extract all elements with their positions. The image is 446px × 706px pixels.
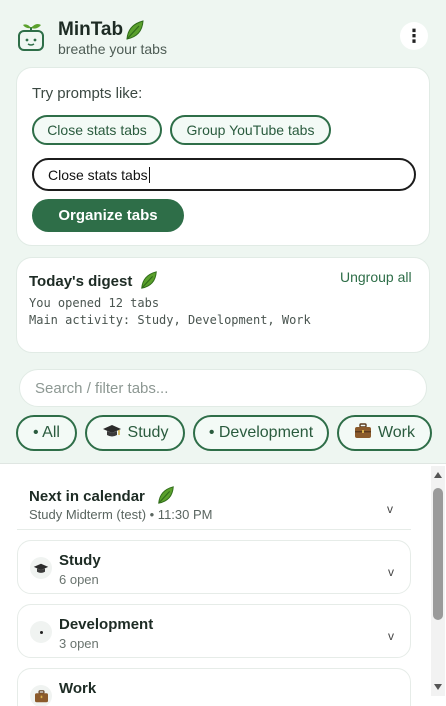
filter-label: Study [127, 424, 169, 441]
dot-icon [30, 621, 52, 643]
filter-study[interactable]: Study [85, 415, 185, 451]
text-caret [148, 166, 150, 183]
kebab-icon: ⋮ [405, 25, 423, 46]
scrollbar-thumb[interactable] [433, 488, 443, 620]
filter-all[interactable]: • All [16, 415, 77, 451]
organize-tabs-button[interactable]: Organize tabs [32, 199, 184, 232]
group-name: Study [59, 552, 101, 569]
filter-label: • Development [208, 424, 314, 441]
digest-title: Today's digest [29, 273, 133, 290]
calendar-card[interactable]: Next in calendar Study Midterm (test) • … [17, 472, 411, 530]
group-card-work[interactable]: Work [17, 668, 411, 706]
filter-development[interactable]: • Development [193, 415, 329, 451]
search-input[interactable]: Search / filter tabs... [19, 369, 427, 407]
calendar-event: Study Midterm (test) • 11:30 PM [29, 507, 213, 522]
group-count: 3 open [59, 636, 99, 651]
ungroup-all-link[interactable]: Ungroup all [340, 269, 412, 285]
app-title: MinTab [58, 19, 124, 40]
graduation-cap-icon [30, 557, 52, 579]
prompt-card: Try prompts like: Close stats tabs Group… [16, 67, 430, 246]
group-count: 6 open [59, 572, 99, 587]
leaf-icon [156, 485, 176, 505]
suggestion-chip-close-stats[interactable]: Close stats tabs [32, 115, 162, 145]
scrollbar[interactable] [431, 466, 445, 696]
briefcase-icon [354, 422, 372, 444]
briefcase-icon [30, 685, 52, 706]
chevron-down-icon[interactable]: v [387, 502, 393, 516]
try-prompts-label: Try prompts like: [32, 85, 143, 102]
chevron-down-icon[interactable]: v [388, 629, 394, 643]
seedling-face-icon [17, 22, 47, 52]
header: MinTab breathe your tabs ⋮ [0, 0, 446, 64]
suggestion-label: Group YouTube tabs [186, 122, 315, 138]
filter-work[interactable]: Work [337, 415, 432, 451]
search-placeholder: Search / filter tabs... [35, 379, 169, 397]
group-name: Work [59, 680, 97, 697]
graduation-cap-icon [102, 423, 122, 444]
digest-card: Today's digest Ungroup all You opened 12… [16, 257, 430, 353]
leaf-icon [139, 270, 159, 290]
more-menu-button[interactable]: ⋮ [400, 22, 428, 50]
filter-label: Work [377, 424, 416, 441]
suggestion-label: Close stats tabs [47, 122, 147, 138]
digest-tab-count: You opened 12 tabs [29, 296, 160, 310]
groups-list[interactable]: Next in calendar Study Midterm (test) • … [0, 464, 430, 706]
group-name: Development [59, 616, 154, 633]
suggestion-chip-group-youtube[interactable]: Group YouTube tabs [170, 115, 331, 145]
scroll-up-arrow-icon[interactable] [434, 472, 442, 478]
digest-main-activity: Main activity: Study, Development, Work [29, 313, 311, 327]
prompt-input[interactable]: Close stats tabs [32, 158, 416, 191]
chevron-down-icon[interactable]: v [388, 565, 394, 579]
group-card-development[interactable]: Development 3 open v [17, 604, 411, 658]
group-card-study[interactable]: Study 6 open v [17, 540, 411, 594]
prompt-input-value: Close stats tabs [48, 166, 148, 183]
filter-label: • All [33, 424, 60, 441]
leaf-icon [124, 19, 146, 41]
app-tagline: breathe your tabs [58, 41, 167, 57]
calendar-title: Next in calendar [29, 488, 145, 505]
scroll-down-arrow-icon[interactable] [434, 684, 442, 690]
